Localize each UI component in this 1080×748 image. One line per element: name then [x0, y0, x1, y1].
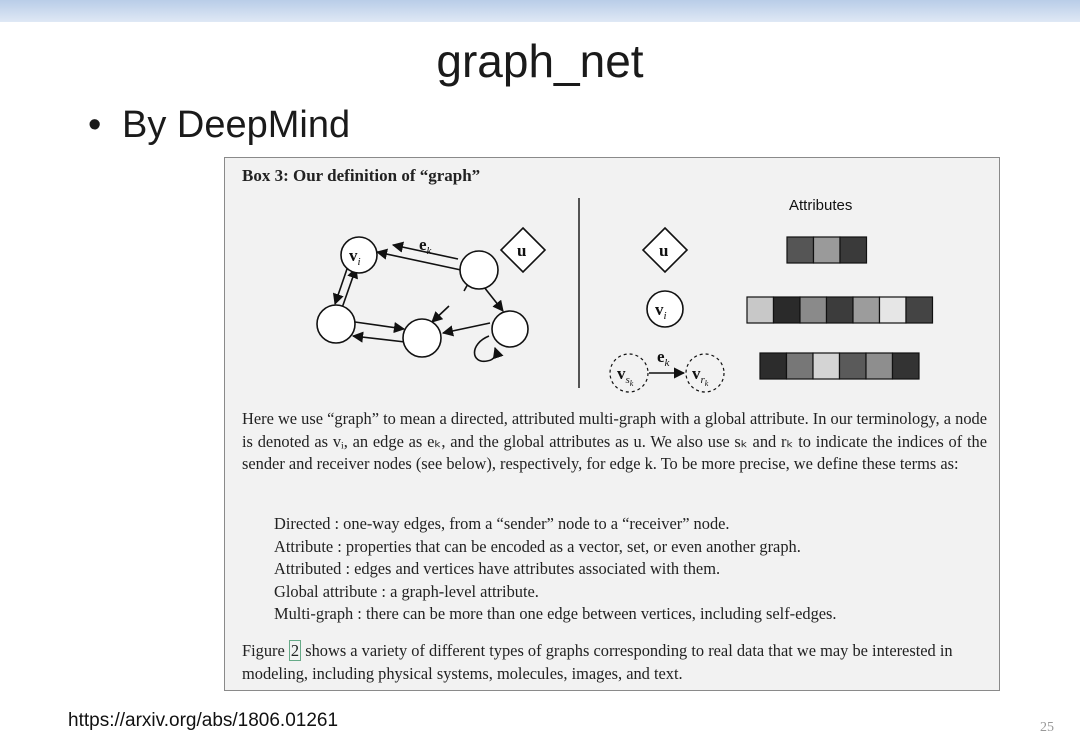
attribute-cell — [746, 296, 775, 324]
attribute-cell — [905, 296, 934, 324]
graph-node — [402, 318, 442, 358]
graph-node — [459, 250, 499, 290]
attribute-cell — [865, 352, 894, 380]
slide-top-bar — [0, 0, 1080, 22]
attribute-cell — [772, 296, 801, 324]
attribute-cell — [852, 296, 881, 324]
self-loop-edge — [473, 335, 504, 362]
attribute-cell — [839, 236, 868, 264]
edge-ek-label: ek — [419, 235, 433, 257]
definitions-list: Directed : one-way edges, from a “sender… — [274, 513, 837, 626]
graph-diagram: vi ek u Attributes u vi vsk vrk ek — [316, 197, 934, 393]
attribute-cell — [825, 296, 854, 324]
definition-multi-graph: Multi-graph : there can be more than one… — [274, 604, 837, 623]
attribute-cell — [786, 236, 815, 264]
edge-line — [341, 266, 358, 309]
page-number: 25 — [1040, 720, 1054, 735]
slide-title: graph_net — [436, 35, 644, 87]
edge-line — [375, 248, 462, 271]
attribute-cell — [838, 352, 867, 380]
figure-reference-link[interactable]: 2 — [288, 640, 302, 661]
bullet-item: • By DeepMind — [88, 104, 350, 147]
attribute-cell — [799, 296, 828, 324]
graph-node — [316, 304, 356, 344]
paper-excerpt-box: Box 3: Our definition of “graph” vi ek u… — [224, 157, 1000, 691]
edge-line — [431, 305, 450, 323]
legend-u-label: u — [659, 241, 668, 260]
closing-text-start: Figure — [242, 641, 289, 660]
definition-paragraph: Here we use “graph” to mean a directed, … — [242, 409, 987, 473]
global-attribute-vector — [786, 236, 868, 264]
definition-attributed: Attributed : edges and vertices have att… — [274, 559, 721, 578]
attribute-cell — [812, 236, 841, 264]
attribute-cell — [759, 352, 788, 380]
edge-line — [441, 322, 491, 337]
attributes-heading: Attributes — [789, 197, 852, 214]
node-attribute-vector — [746, 296, 934, 324]
attribute-cell — [891, 352, 920, 380]
edge-attribute-vector — [759, 352, 920, 380]
closing-text-end: shows a variety of different types of gr… — [242, 641, 953, 683]
global-u-label: u — [517, 241, 526, 260]
source-url[interactable]: https://arxiv.org/abs/1806.01261 — [68, 710, 338, 732]
definition-attribute: Attribute : properties that can be encod… — [274, 536, 801, 556]
attribute-cell — [878, 296, 907, 324]
legend-edge-label: ek — [657, 347, 671, 369]
graph-node — [491, 310, 529, 348]
closing-paragraph: Figure 2 shows a variety of different ty… — [242, 640, 987, 685]
attribute-cell — [785, 352, 814, 380]
attribute-cell — [812, 352, 841, 380]
bullet-text: By DeepMind — [122, 104, 351, 146]
edge-line — [354, 321, 406, 334]
bullet-dot: • — [88, 104, 102, 146]
edge-line — [351, 331, 406, 343]
definition-global-attribute: Global attribute : a graph-level attribu… — [274, 581, 539, 601]
definition-directed: Directed : one-way edges, from a “sender… — [274, 514, 730, 533]
